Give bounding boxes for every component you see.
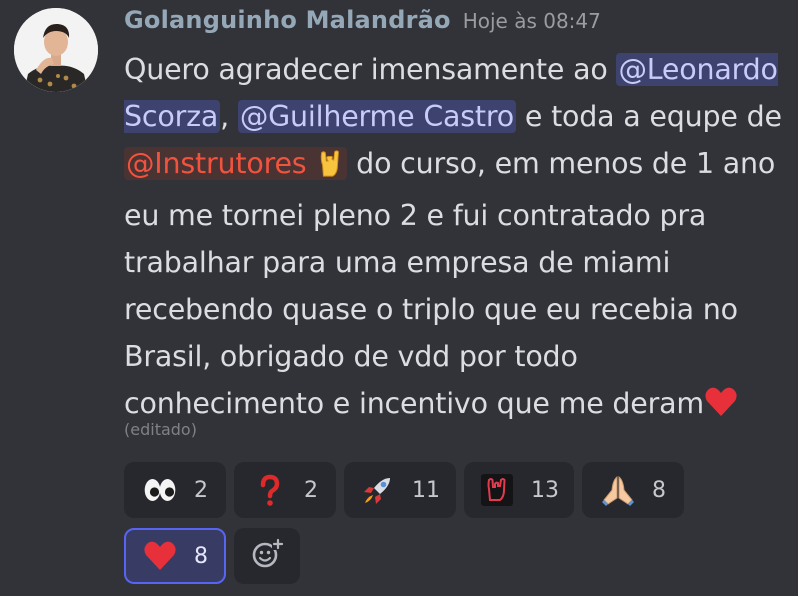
red-heart-icon: [142, 538, 178, 574]
add-reaction-icon: [250, 537, 284, 575]
avatar[interactable]: [14, 8, 98, 92]
user-mention-guilherme[interactable]: @Guilherme Castro: [237, 100, 517, 133]
message-text: do curso, em menos de 1 ano eu me tornei…: [124, 147, 776, 420]
role-mention-label: @Instrutores: [126, 147, 307, 180]
eyes-icon: [142, 472, 178, 508]
edited-label: (editado): [124, 420, 197, 439]
role-mention-instrutores[interactable]: @Instrutores: [124, 147, 348, 180]
reaction-count: 2: [194, 477, 208, 503]
folded-hands-icon: [600, 472, 636, 508]
reaction-count: 8: [194, 543, 208, 569]
message-text: Quero agradecer imensamente ao: [124, 53, 617, 86]
message-header: Golanguinho Malandrão Hoje às 08:47: [124, 6, 601, 40]
message-content: Quero agradecer imensamente ao @Leonardo…: [124, 46, 786, 432]
rocket-icon: [360, 472, 396, 508]
reaction-count: 13: [531, 477, 559, 503]
message-text: e toda a equpe de: [516, 100, 782, 133]
message-text: ,: [220, 100, 238, 133]
add-reaction-button[interactable]: [234, 528, 300, 584]
red-question-mark-icon: [252, 472, 288, 508]
reaction-red-heart[interactable]: 8: [124, 528, 226, 584]
reaction-count: 11: [412, 477, 440, 503]
username[interactable]: Golanguinho Malandrão: [124, 6, 451, 34]
reaction-folded-hands[interactable]: 8: [582, 462, 684, 518]
reaction-rocket[interactable]: 11: [344, 462, 456, 518]
message-timestamp[interactable]: Hoje às 08:47: [463, 9, 601, 33]
avatar-image: [14, 8, 98, 92]
reaction-eyes[interactable]: 2: [124, 462, 226, 518]
reaction-question[interactable]: 2: [234, 462, 336, 518]
horns-custom-icon: [479, 472, 515, 508]
red-heart-icon: [704, 385, 738, 432]
reaction-count: 2: [304, 477, 318, 503]
reaction-horns-custom[interactable]: 13: [464, 462, 574, 518]
horns-emoji-icon: [315, 145, 345, 192]
reaction-count: 8: [652, 477, 666, 503]
